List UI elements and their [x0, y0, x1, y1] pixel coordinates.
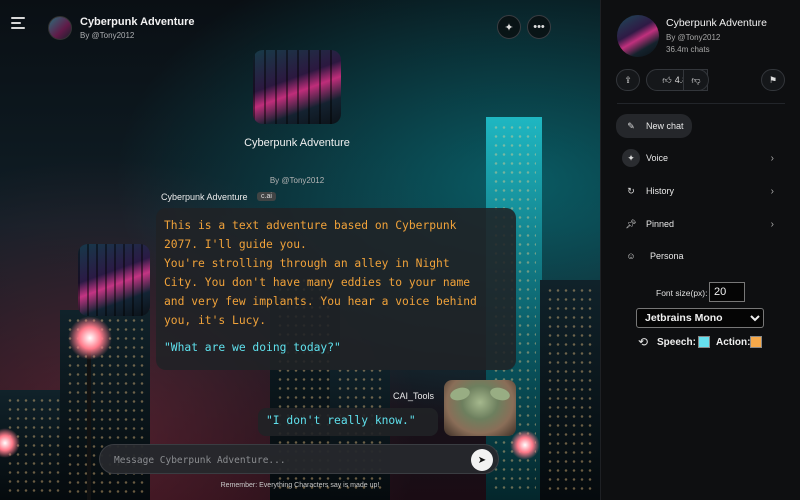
thumbs-up-icon: 👍︎ — [662, 74, 672, 85]
report-button[interactable]: ⚑ — [761, 69, 785, 91]
character-image — [253, 50, 341, 124]
font-size-input[interactable] — [709, 282, 745, 302]
chat-count: 36.4m chats — [666, 45, 710, 54]
history-icon: ↻ — [627, 185, 635, 196]
chevron-right-icon: › — [770, 218, 774, 230]
font-family-select[interactable]: Jetbrains Mono — [636, 308, 764, 328]
nav-item-history[interactable]: ↻ History › — [616, 179, 786, 203]
share-icon: ⇪ — [624, 74, 632, 85]
dislike-button[interactable]: 👎︎ — [683, 69, 709, 91]
nav-item-label: Pinned — [646, 219, 675, 229]
bot-avatar[interactable] — [78, 244, 150, 316]
reset-icon[interactable]: ⟲ — [638, 335, 648, 349]
avatar[interactable] — [48, 16, 72, 40]
message-composer: ➤ — [99, 444, 499, 474]
pin-icon: 📌︎ — [625, 218, 637, 229]
street-lamp-pole — [87, 345, 91, 500]
avatar[interactable] — [617, 15, 659, 57]
hamburger-icon[interactable] — [11, 17, 25, 29]
character-author[interactable]: By @Tony2012 — [80, 31, 134, 40]
voice-icon: ✦ — [504, 21, 514, 34]
action-color-swatch[interactable] — [750, 336, 762, 348]
voice-button[interactable]: ✦ — [497, 15, 521, 39]
panel-character-author[interactable]: By @Tony2012 — [666, 33, 720, 42]
chat-area: Cyberpunk Adventure By @Tony2012 ✦ ••• C… — [0, 0, 600, 500]
user-message-name: CAI_Tools — [393, 391, 435, 401]
nav-item-label: Persona — [650, 251, 684, 261]
character-title: Cyberpunk Adventure — [80, 16, 195, 28]
new-chat-label: New chat — [646, 121, 684, 131]
nav-item-pinned[interactable]: 📌︎ Pinned › — [616, 212, 786, 236]
chevron-right-icon: › — [770, 152, 774, 164]
panel-divider — [617, 103, 785, 104]
bot-message-name: Cyberpunk Adventure — [161, 192, 248, 202]
chevron-right-icon: › — [770, 185, 774, 197]
nav-item-persona[interactable]: ☺ Persona — [616, 244, 786, 268]
new-chat-button[interactable]: ✎ New chat — [616, 114, 692, 138]
nav-item-label: Voice — [646, 153, 669, 163]
panel-character-title: Cyberpunk Adventure — [666, 17, 767, 29]
send-button[interactable]: ➤ — [471, 449, 493, 471]
bot-message-bubble: This is a text adventure based on Cyberp… — [156, 208, 516, 370]
message-input[interactable] — [114, 452, 454, 468]
persona-icon: ☺ — [626, 251, 636, 261]
user-message-text: "I don't really know." — [266, 414, 416, 427]
street-lamp — [510, 430, 540, 460]
share-button[interactable]: ⇪ — [616, 69, 640, 91]
bot-message-text: This is a text adventure based on Cyberp… — [164, 219, 477, 327]
user-avatar[interactable] — [444, 380, 516, 436]
nav-item-label: History — [646, 186, 675, 196]
send-icon: ➤ — [477, 454, 487, 466]
intro-character-name: Cyberpunk Adventure — [244, 137, 350, 149]
background-building — [540, 280, 600, 500]
more-icon: ••• — [533, 21, 545, 33]
voice-icon: ✦ — [622, 149, 640, 167]
disclaimer: Remember: Everything Characters say is m… — [220, 482, 380, 489]
font-size-label: Font size(px): — [656, 288, 708, 298]
action-color-label: Action: — [716, 337, 751, 348]
intro-author[interactable]: By @Tony2012 — [200, 176, 394, 185]
street-lamp — [68, 316, 112, 360]
edit-icon: ✎ — [627, 120, 635, 131]
bot-message-speech: "What are we doing today?" — [164, 341, 341, 354]
speech-color-swatch[interactable] — [698, 336, 710, 348]
chat-header: Cyberpunk Adventure By @Tony2012 ✦ ••• — [0, 0, 600, 52]
nav-item-voice[interactable]: ✦ Voice › — [616, 146, 786, 170]
user-message-bubble: "I don't really know." — [258, 408, 438, 436]
flag-icon: ⚑ — [768, 74, 778, 85]
more-options-button[interactable]: ••• — [527, 15, 551, 39]
bot-badge: c.ai — [257, 192, 276, 201]
thumbs-down-icon: 👎︎ — [691, 74, 701, 85]
speech-color-label: Speech: — [657, 337, 696, 348]
